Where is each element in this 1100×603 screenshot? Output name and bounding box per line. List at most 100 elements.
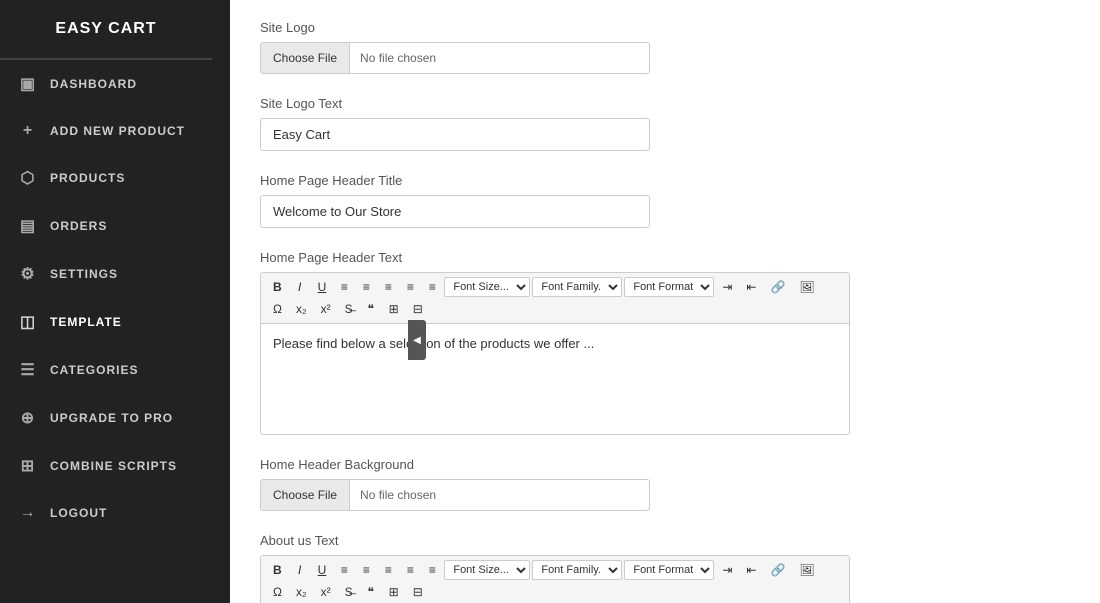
special-chars-button[interactable]: Ω <box>267 299 288 319</box>
underline-button[interactable]: U <box>312 277 333 297</box>
align-center-button[interactable]: ≡ <box>356 277 376 297</box>
outdent-button-2[interactable]: ⇤ <box>740 560 762 580</box>
subscript-button-2[interactable]: x₂ <box>290 582 313 602</box>
source-button-2[interactable]: ⊟ <box>407 582 429 602</box>
home-header-bg-choose-button[interactable]: Choose File <box>261 480 350 510</box>
font-size-select-2[interactable]: Font Size... <box>444 560 530 580</box>
sidebar-item-settings[interactable]: ⚙ SETTINGS <box>0 250 212 298</box>
ordered-list-button[interactable]: ≡ <box>400 277 420 297</box>
home-page-header-text-editor: B I U ≡ ≡ ≡ ≡ ≡ Font Size... Font Family… <box>260 272 850 435</box>
link-button-2[interactable]: 🔗 <box>764 560 791 580</box>
logout-icon: → <box>18 504 38 522</box>
sidebar-item-label: LOGOUT <box>50 506 107 520</box>
sidebar-item-label: UPGRADE TO PRO <box>50 411 173 425</box>
home-page-header-title-input[interactable] <box>260 195 650 228</box>
home-page-header-text-label: Home Page Header Text <box>260 250 1060 265</box>
unordered-list-button[interactable]: ≡ <box>422 277 442 297</box>
superscript-button-2[interactable]: x² <box>315 582 337 602</box>
home-page-header-text-body[interactable]: Please find below a selection of the pro… <box>261 324 849 434</box>
underline-button-2[interactable]: U <box>312 560 333 580</box>
sidebar-item-upgrade-to-pro[interactable]: ⊕ UPGRADE TO PRO <box>0 394 212 442</box>
align-center-button-2[interactable]: ≡ <box>356 560 376 580</box>
main-content: Site Logo Choose File No file chosen Sit… <box>230 0 1100 603</box>
bold-button-2[interactable]: B <box>267 560 288 580</box>
link-button[interactable]: 🔗 <box>764 277 791 297</box>
sidebar: EASY CART ▣ DASHBOARD + ADD NEW PRODUCT … <box>0 0 212 603</box>
blockquote-button-2[interactable]: ❝ <box>361 582 381 602</box>
strikethrough-button-2[interactable]: S̶ <box>339 582 359 602</box>
sidebar-item-label: ADD NEW PRODUCT <box>50 124 185 138</box>
bold-button[interactable]: B <box>267 277 288 297</box>
image-button[interactable]: 🖼 <box>793 277 820 297</box>
site-logo-choose-button[interactable]: Choose File <box>261 43 350 73</box>
strikethrough-button[interactable]: S̶ <box>339 299 359 319</box>
blockquote-button[interactable]: ❝ <box>361 299 381 319</box>
table-button[interactable]: ⊞ <box>383 299 405 319</box>
ordered-list-button-2[interactable]: ≡ <box>400 560 420 580</box>
subscript-button[interactable]: x₂ <box>290 299 313 319</box>
sidebar-item-dashboard[interactable]: ▣ DASHBOARD <box>0 60 212 108</box>
home-header-bg-field: Home Header Background Choose File No fi… <box>260 457 1060 511</box>
about-us-text-field: About us Text B I U ≡ ≡ ≡ ≡ ≡ Font Size.… <box>260 533 1060 603</box>
superscript-button[interactable]: x² <box>315 299 337 319</box>
align-left-button[interactable]: ≡ <box>334 277 354 297</box>
sidebar-item-label: PRODUCTS <box>50 171 125 185</box>
sidebar-item-categories[interactable]: ☰ CATEGORIES <box>0 346 212 394</box>
unordered-list-button-2[interactable]: ≡ <box>422 560 442 580</box>
sidebar-item-label: SETTINGS <box>50 267 118 281</box>
editor-toolbar-1: B I U ≡ ≡ ≡ ≡ ≡ Font Size... Font Family… <box>261 273 849 324</box>
categories-icon: ☰ <box>18 360 38 380</box>
outdent-button[interactable]: ⇤ <box>740 277 762 297</box>
orders-icon: ▤ <box>18 216 38 236</box>
home-page-header-title-label: Home Page Header Title <box>260 173 1060 188</box>
editor-toolbar-2: B I U ≡ ≡ ≡ ≡ ≡ Font Size... Font Family… <box>261 556 849 603</box>
add-icon: + <box>18 122 38 140</box>
font-family-select-2[interactable]: Font Family. <box>532 560 622 580</box>
site-logo-file-input[interactable]: Choose File No file chosen <box>260 42 650 74</box>
sidebar-item-logout[interactable]: → LOGOUT <box>0 490 212 536</box>
sidebar-title: EASY CART <box>0 0 212 59</box>
site-logo-file-name: No file chosen <box>350 43 446 73</box>
sidebar-item-add-new-product[interactable]: + ADD NEW PRODUCT <box>0 108 212 154</box>
home-header-bg-label: Home Header Background <box>260 457 1060 472</box>
font-size-select[interactable]: Font Size... <box>444 277 530 297</box>
source-button[interactable]: ⊟ <box>407 299 429 319</box>
sidebar-item-orders[interactable]: ▤ ORDERS <box>0 202 212 250</box>
site-logo-text-label: Site Logo Text <box>260 96 1060 111</box>
combine-icon: ⊞ <box>18 456 38 476</box>
sidebar-item-label: TEMPLATE <box>50 315 122 329</box>
sidebar-item-label: DASHBOARD <box>50 77 137 91</box>
image-button-2[interactable]: 🖼 <box>793 560 820 580</box>
sidebar-item-combine-scripts[interactable]: ⊞ COMBINE SCRIPTS <box>0 442 212 490</box>
special-chars-button-2[interactable]: Ω <box>267 582 288 602</box>
italic-button[interactable]: I <box>290 277 310 297</box>
indent-button-2[interactable]: ⇥ <box>716 560 738 580</box>
settings-icon: ⚙ <box>18 264 38 284</box>
about-us-text-label: About us Text <box>260 533 1060 548</box>
sidebar-item-label: CATEGORIES <box>50 363 138 377</box>
site-logo-text-field: Site Logo Text <box>260 96 1060 151</box>
sidebar-item-template[interactable]: ◫ TEMPLATE <box>0 298 212 346</box>
site-logo-field: Site Logo Choose File No file chosen <box>260 20 1060 74</box>
italic-button-2[interactable]: I <box>290 560 310 580</box>
align-right-button-2[interactable]: ≡ <box>378 560 398 580</box>
align-left-button-2[interactable]: ≡ <box>334 560 354 580</box>
font-format-select[interactable]: Font Format <box>624 277 714 297</box>
dashboard-icon: ▣ <box>18 74 38 94</box>
font-format-select-2[interactable]: Font Format <box>624 560 714 580</box>
site-logo-text-input[interactable] <box>260 118 650 151</box>
sidebar-item-products[interactable]: ⬡ PRODUCTS <box>0 154 212 202</box>
home-page-header-text-field: Home Page Header Text B I U ≡ ≡ ≡ ≡ ≡ Fo… <box>260 250 1060 435</box>
products-icon: ⬡ <box>18 168 38 188</box>
home-header-bg-file-name: No file chosen <box>350 480 446 510</box>
align-right-button[interactable]: ≡ <box>378 277 398 297</box>
collapse-sidebar-button[interactable] <box>408 320 426 360</box>
indent-button[interactable]: ⇥ <box>716 277 738 297</box>
home-page-header-title-field: Home Page Header Title <box>260 173 1060 228</box>
home-header-bg-file-input[interactable]: Choose File No file chosen <box>260 479 650 511</box>
font-family-select[interactable]: Font Family. <box>532 277 622 297</box>
template-icon: ◫ <box>18 312 38 332</box>
upgrade-icon: ⊕ <box>18 408 38 428</box>
table-button-2[interactable]: ⊞ <box>383 582 405 602</box>
about-us-text-editor: B I U ≡ ≡ ≡ ≡ ≡ Font Size... Font Family… <box>260 555 850 603</box>
